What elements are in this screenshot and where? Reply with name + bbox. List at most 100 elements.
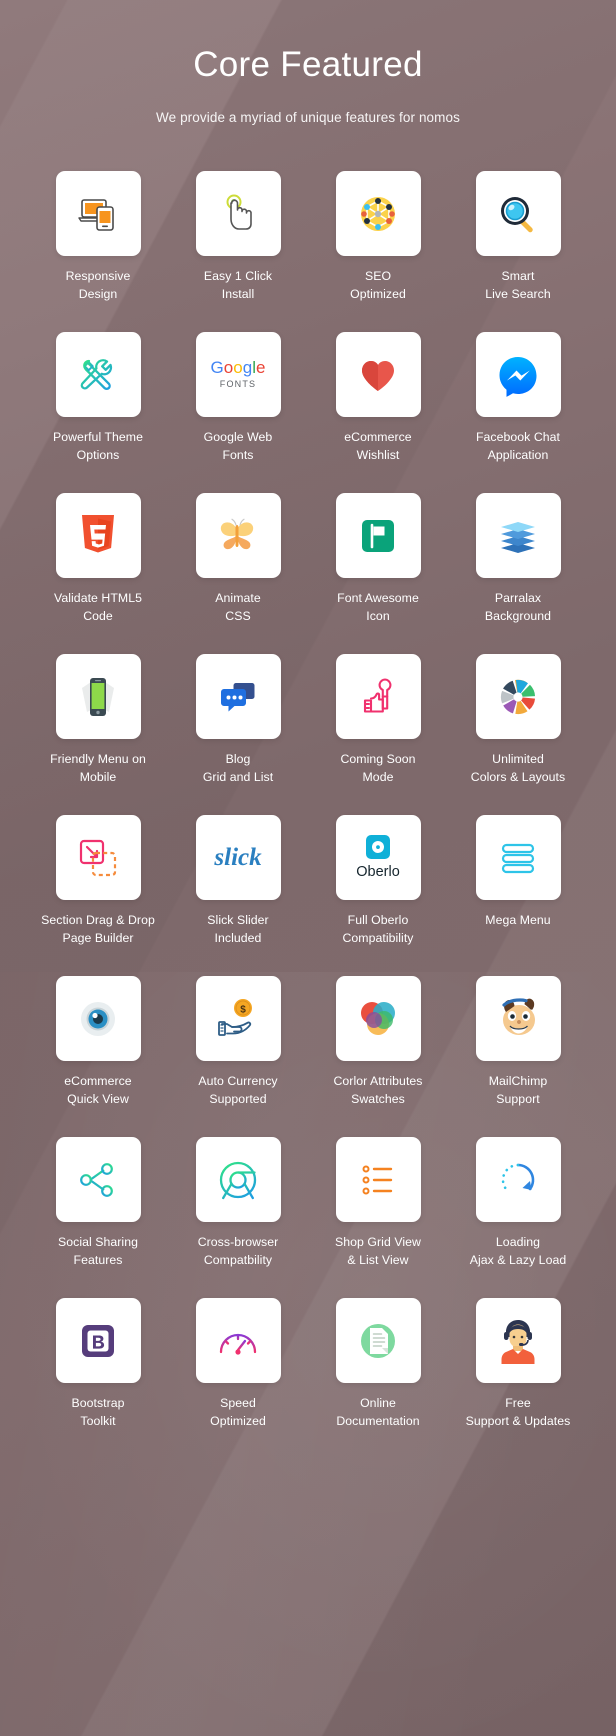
mobile-phone-icon <box>74 672 122 722</box>
feature-card[interactable]: Coming Soon Mode <box>308 654 448 786</box>
feature-card[interactable]: Loading Ajax & Lazy Load <box>448 1137 588 1269</box>
feature-card[interactable]: eCommerce Wishlist <box>308 332 448 464</box>
page-background: Core Featured We provide a myriad of uni… <box>0 0 616 1736</box>
google-fonts-icon: Google FONTS <box>208 352 268 398</box>
feature-card[interactable]: SEO Optimized <box>308 171 448 303</box>
feature-icon-tile[interactable] <box>56 493 141 578</box>
page-header: Core Featured We provide a myriad of uni… <box>0 0 616 125</box>
feature-card[interactable]: Bootstrap Toolkit <box>28 1298 168 1430</box>
feature-card[interactable]: Friendly Menu on Mobile <box>28 654 168 786</box>
mega-menu-icon <box>493 836 543 880</box>
feature-label: Google Web Fonts <box>204 429 273 464</box>
svg-text:$: $ <box>240 1004 246 1015</box>
feature-label: Friendly Menu on Mobile <box>50 751 146 786</box>
feature-icon-tile[interactable] <box>56 654 141 739</box>
list-view-icon <box>353 1158 403 1202</box>
feature-card[interactable]: Parralax Background <box>448 493 588 625</box>
feature-icon-tile[interactable] <box>196 1298 281 1383</box>
feature-card[interactable]: Online Documentation <box>308 1298 448 1430</box>
feature-label: Easy 1 Click Install <box>204 268 272 303</box>
feature-card[interactable]: Easy 1 Click Install <box>168 171 308 303</box>
feature-icon-tile[interactable] <box>196 171 281 256</box>
feature-icon-tile[interactable] <box>56 1137 141 1222</box>
feature-label: Cross-browser Compatbility <box>198 1234 279 1269</box>
feature-card[interactable]: Corlor Attributes Swatches <box>308 976 448 1108</box>
feature-card[interactable]: Social Sharing Features <box>28 1137 168 1269</box>
feature-card[interactable]: Animate CSS <box>168 493 308 625</box>
feature-icon-tile[interactable] <box>56 171 141 256</box>
feature-card[interactable]: Facebook Chat Application <box>448 332 588 464</box>
feature-icon-tile[interactable] <box>336 332 421 417</box>
feature-label: Section Drag & Drop Page Builder <box>41 912 155 947</box>
feature-icon-tile[interactable] <box>476 171 561 256</box>
feature-icon-tile[interactable] <box>336 1137 421 1222</box>
thumb-wrench-icon <box>354 672 402 722</box>
feature-icon-tile[interactable] <box>56 332 141 417</box>
feature-label: Free Support & Updates <box>466 1395 571 1430</box>
feature-icon-tile[interactable] <box>336 654 421 739</box>
eye-quickview-icon <box>73 994 123 1044</box>
feature-card[interactable]: Unlimited Colors & Layouts <box>448 654 588 786</box>
feature-card[interactable]: Powerful Theme Options <box>28 332 168 464</box>
feature-icon-tile[interactable]: Google FONTS <box>196 332 281 417</box>
feature-icon-tile[interactable]: slick <box>196 815 281 900</box>
oberlo-logo-icon: Oberlo <box>341 832 415 884</box>
feature-card[interactable]: slick Slick Slider Included <box>168 815 308 947</box>
share-nodes-icon <box>74 1156 122 1204</box>
feature-icon-tile[interactable] <box>476 815 561 900</box>
feature-card[interactable]: Speed Optimized <box>168 1298 308 1430</box>
feature-icon-tile[interactable] <box>476 332 561 417</box>
slick-logo-icon: slick <box>203 838 273 878</box>
feature-label: Coming Soon Mode <box>340 751 415 786</box>
color-swatches-icon <box>354 996 402 1042</box>
feature-card[interactable]: Oberlo Full Oberlo Compatibility <box>308 815 448 947</box>
feature-card[interactable]: Responsive Design <box>28 171 168 303</box>
hand-coin-icon: $ <box>212 994 264 1044</box>
feature-label: Parralax Background <box>485 590 551 625</box>
feature-icon-tile[interactable]: Oberlo <box>336 815 421 900</box>
feature-icon-tile[interactable] <box>336 1298 421 1383</box>
feature-card[interactable]: Mega Menu <box>448 815 588 947</box>
feature-card[interactable]: Smart Live Search <box>448 171 588 303</box>
feature-label: Shop Grid View & List View <box>335 1234 421 1269</box>
feature-icon-tile[interactable] <box>196 654 281 739</box>
html5-icon <box>77 512 119 560</box>
feature-label: Unlimited Colors & Layouts <box>471 751 565 786</box>
feature-card[interactable]: Cross-browser Compatbility <box>168 1137 308 1269</box>
feature-card[interactable]: $ Auto Currency Supported <box>168 976 308 1108</box>
chat-bubbles-icon <box>213 675 263 719</box>
feature-card[interactable]: Google FONTS Google Web Fonts <box>168 332 308 464</box>
svg-text:slick: slick <box>213 844 262 871</box>
feature-icon-tile[interactable] <box>476 976 561 1061</box>
feature-card[interactable]: Section Drag & Drop Page Builder <box>28 815 168 947</box>
feature-icon-tile[interactable] <box>56 1298 141 1383</box>
feature-card[interactable]: Shop Grid View & List View <box>308 1137 448 1269</box>
layers-stack-icon <box>493 514 543 558</box>
feature-icon-tile[interactable] <box>476 1298 561 1383</box>
feature-card[interactable]: MailChimp Support <box>448 976 588 1108</box>
feature-icon-tile[interactable] <box>476 1137 561 1222</box>
flag-icon <box>356 514 400 558</box>
butterfly-icon <box>212 512 264 560</box>
feature-icon-tile[interactable] <box>336 171 421 256</box>
feature-card[interactable]: Font Awesome Icon <box>308 493 448 625</box>
tap-hand-icon <box>213 189 263 239</box>
feature-icon-tile[interactable] <box>336 976 421 1061</box>
feature-icon-tile[interactable] <box>56 976 141 1061</box>
feature-icon-tile[interactable] <box>476 493 561 578</box>
feature-label: SEO Optimized <box>350 268 406 303</box>
feature-label: Corlor Attributes Swatches <box>333 1073 422 1108</box>
svg-text:Google: Google <box>211 358 266 377</box>
feature-icon-tile[interactable] <box>476 654 561 739</box>
feature-card[interactable]: Blog Grid and List <box>168 654 308 786</box>
feature-card[interactable]: Validate HTML5 Code <box>28 493 168 625</box>
feature-card[interactable]: Free Support & Updates <box>448 1298 588 1430</box>
feature-icon-tile[interactable] <box>196 493 281 578</box>
facebook-messenger-icon <box>493 350 543 400</box>
feature-icon-tile[interactable] <box>336 493 421 578</box>
feature-icon-tile[interactable] <box>56 815 141 900</box>
feature-card[interactable]: eCommerce Quick View <box>28 976 168 1108</box>
speedometer-icon <box>212 1319 264 1363</box>
feature-icon-tile[interactable] <box>196 1137 281 1222</box>
feature-icon-tile[interactable]: $ <box>196 976 281 1061</box>
